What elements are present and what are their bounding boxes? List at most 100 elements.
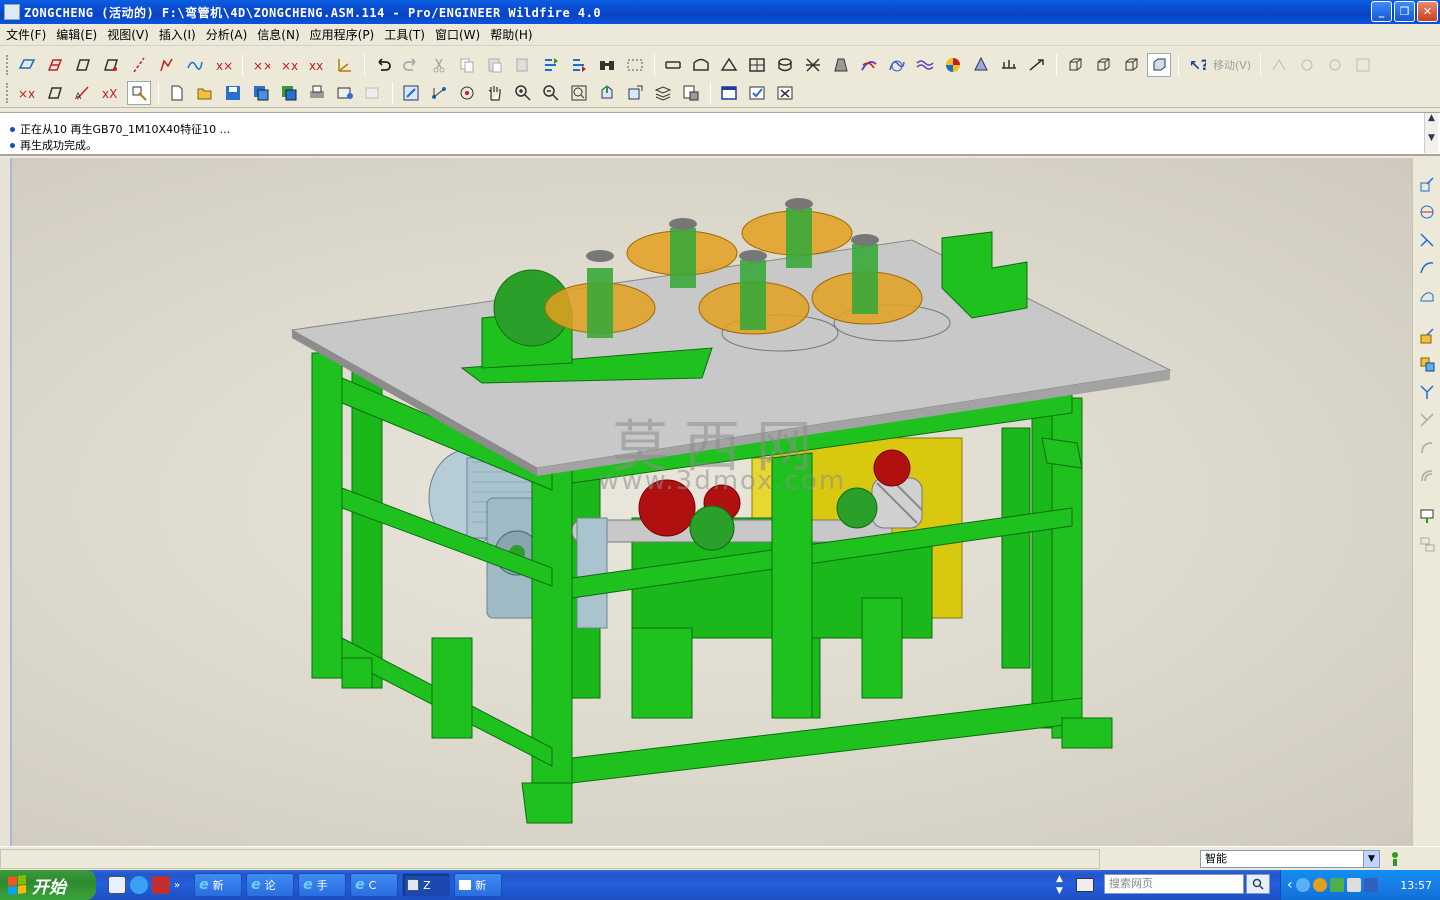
axis-display-icon[interactable]: A — [71, 81, 95, 105]
wireframe-display-icon[interactable] — [1063, 53, 1087, 77]
taskbar-item[interactable]: e新 — [194, 873, 243, 897]
monitor-icon[interactable] — [1363, 878, 1378, 892]
shaded-display-icon[interactable] — [1147, 52, 1171, 77]
saved-views-icon[interactable] — [623, 81, 647, 105]
round-icon[interactable] — [857, 53, 881, 77]
menu-help[interactable]: 帮助(H) — [488, 26, 540, 43]
toolbar-grip[interactable] — [6, 54, 9, 75]
tray-expand-icon[interactable]: ‹ — [1287, 877, 1293, 893]
menu-analysis[interactable]: 分析(A) — [204, 26, 256, 43]
chamfer-icon[interactable] — [885, 53, 909, 77]
pattern-icon[interactable] — [1417, 354, 1437, 374]
menu-window[interactable]: 窗口(W) — [433, 26, 488, 43]
taskbar-item[interactable]: e论 — [246, 873, 295, 897]
context-help-icon[interactable]: ↖? — [1185, 53, 1209, 77]
curvature-analysis-icon[interactable] — [941, 53, 965, 77]
window-confirm-icon[interactable] — [745, 81, 769, 105]
menu-insert[interactable]: 插入(I) — [157, 26, 204, 43]
maximize-button[interactable]: ❐ — [1394, 1, 1415, 22]
menu-info[interactable]: 信息(N) — [255, 26, 307, 43]
annotation-icon[interactable] — [1417, 506, 1437, 526]
find-icon[interactable] — [595, 53, 619, 77]
paste-special-icon[interactable] — [511, 53, 535, 77]
hidden-line-display-icon[interactable] — [1091, 53, 1115, 77]
save-backup-icon[interactable] — [277, 81, 301, 105]
surface-icon[interactable] — [1417, 286, 1437, 306]
spin-icon[interactable] — [455, 81, 479, 105]
open-icon[interactable] — [193, 81, 217, 105]
menu-tools[interactable]: 工具(T) — [382, 26, 433, 43]
create-component-icon[interactable] — [1417, 202, 1437, 222]
merge-icon[interactable] — [1417, 410, 1437, 430]
no-hidden-display-icon[interactable] — [1119, 53, 1143, 77]
save-icon[interactable] — [221, 81, 245, 105]
sketch-tool-icon[interactable] — [1417, 258, 1437, 278]
taskbar-scroll-icon[interactable]: ▲ ▼ — [1056, 873, 1063, 897]
extrude-icon[interactable] — [661, 53, 685, 77]
rib-icon[interactable] — [801, 53, 825, 77]
taskbar-item[interactable]: e手 — [298, 873, 347, 897]
point-display-icon[interactable]: ×x — [15, 81, 39, 105]
chevron-down-icon[interactable]: ▼ — [1363, 851, 1379, 867]
window-close-icon[interactable] — [773, 81, 797, 105]
menu-edit[interactable]: 编辑(E) — [54, 26, 105, 43]
qq-icon[interactable] — [1312, 878, 1327, 892]
axis-icon[interactable] — [127, 53, 151, 77]
search-button[interactable] — [1246, 874, 1270, 894]
revolve-icon[interactable] — [689, 53, 713, 77]
repaint-icon[interactable] — [399, 81, 423, 105]
measure-icon[interactable] — [1025, 53, 1049, 77]
paste-icon[interactable] — [483, 53, 507, 77]
message-scrollbar[interactable]: ▲ ▼ — [1424, 113, 1438, 153]
web-search-input[interactable]: 搜索网页 — [1104, 874, 1244, 894]
network-icon[interactable] — [1295, 878, 1310, 892]
email-link-icon[interactable] — [361, 81, 385, 105]
spin-center-icon[interactable] — [127, 81, 151, 105]
point-sketched-icon[interactable]: xx — [305, 53, 329, 77]
show-desktop-icon[interactable] — [108, 876, 126, 894]
point-field-icon[interactable]: ×x — [277, 53, 301, 77]
print-icon[interactable] — [305, 81, 329, 105]
draft-analysis-icon[interactable] — [969, 53, 993, 77]
email-icon[interactable] — [333, 81, 357, 105]
plane-icon[interactable] — [71, 53, 95, 77]
save-copy-icon[interactable] — [249, 81, 273, 105]
start-button[interactable]: 开始 — [0, 870, 96, 900]
app-quicklaunch-icon[interactable] — [152, 876, 170, 894]
datum-axis-display-icon[interactable] — [43, 53, 67, 77]
datum-plane-display-icon[interactable] — [15, 53, 39, 77]
annotation-display-icon[interactable]: xX — [99, 81, 123, 105]
close-button[interactable]: ✕ — [1417, 1, 1438, 22]
offset-icon[interactable] — [1417, 466, 1437, 486]
menu-file[interactable]: 文件(F) — [4, 26, 54, 43]
toolbar-grip[interactable] — [6, 83, 9, 103]
sweep-icon[interactable] — [717, 53, 741, 77]
refit-icon[interactable] — [567, 81, 591, 105]
plane-offset-icon[interactable] — [99, 53, 123, 77]
zoom-out-icon[interactable] — [539, 81, 563, 105]
taskbar-item[interactable]: 新 — [454, 873, 503, 897]
graphics-viewport[interactable]: 莫西网 www.3dmox.com — [12, 158, 1412, 846]
shell-icon[interactable] — [773, 53, 797, 77]
blend-icon[interactable] — [745, 53, 769, 77]
sketch-curve-icon[interactable] — [183, 53, 207, 77]
shield-icon[interactable] — [1329, 878, 1344, 892]
redo-icon[interactable] — [399, 53, 423, 77]
zoom-in-icon[interactable] — [511, 81, 535, 105]
more-quicklaunch-icon[interactable]: » — [174, 880, 180, 891]
coordinate-system-icon[interactable] — [333, 53, 357, 77]
keyboard-icon[interactable] — [1076, 878, 1094, 892]
menu-applications[interactable]: 应用程序(P) — [308, 26, 383, 43]
move-label[interactable]: 移动(V) — [1213, 57, 1251, 73]
dimension-analysis-icon[interactable] — [997, 53, 1021, 77]
proe-app-icon[interactable] — [4, 4, 20, 20]
menu-view[interactable]: 视图(V) — [105, 26, 157, 43]
style-icon[interactable] — [913, 53, 937, 77]
point-icon[interactable]: x× — [211, 53, 235, 77]
draft-icon[interactable] — [829, 53, 853, 77]
datum-target-icon[interactable] — [1417, 534, 1437, 554]
trim-icon[interactable] — [1417, 438, 1437, 458]
reorient-icon[interactable] — [595, 81, 619, 105]
orient-mode-icon[interactable] — [427, 81, 451, 105]
selection-filter-select[interactable]: 智能 ▼ — [1200, 850, 1380, 868]
